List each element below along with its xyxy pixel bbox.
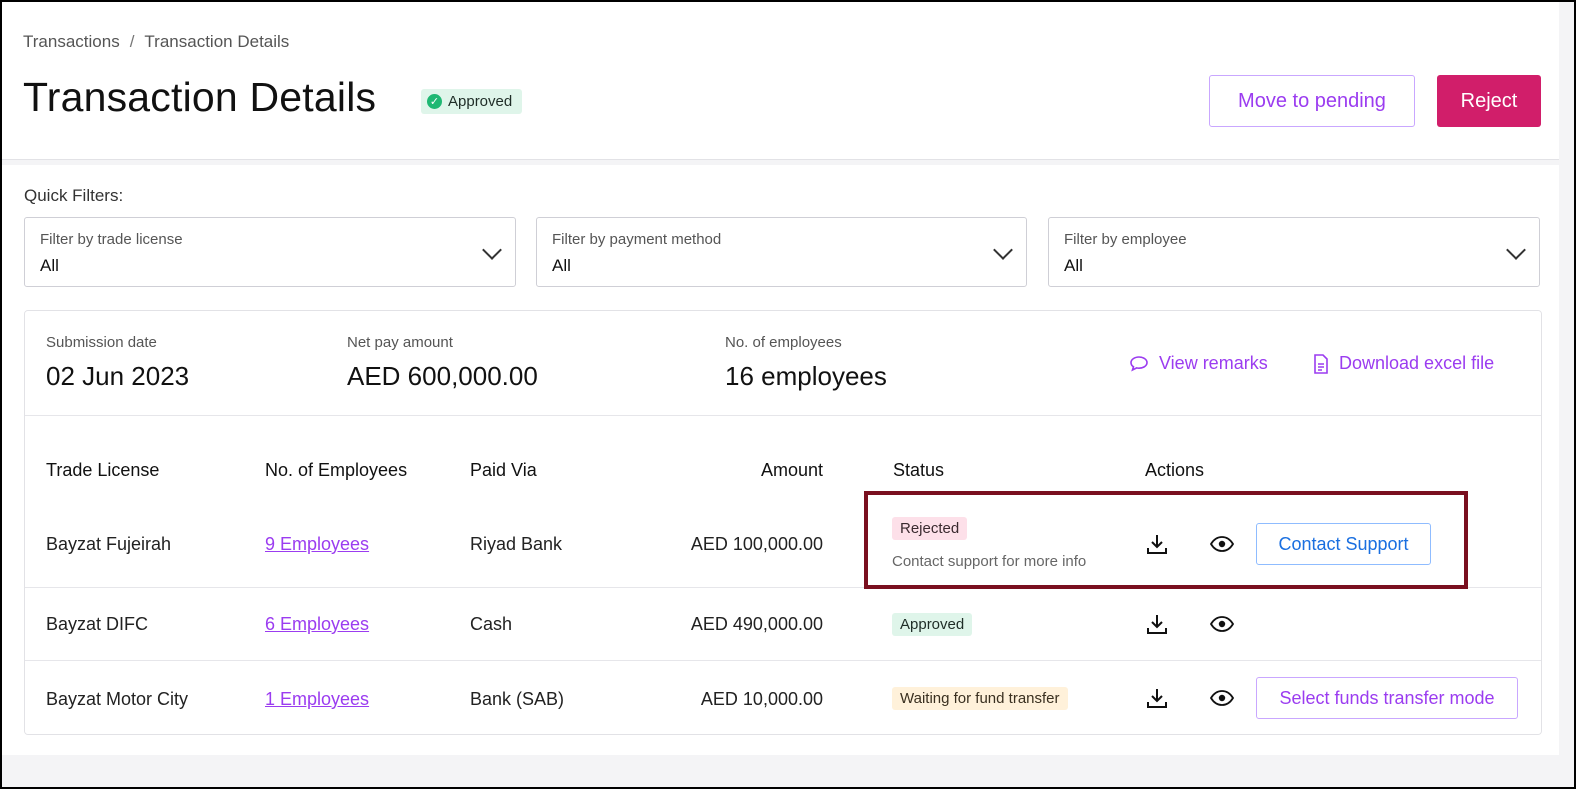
chevron-down-icon — [1506, 240, 1526, 260]
amount-cell: AED 100,000.00 — [690, 534, 823, 554]
breadcrumb-parent[interactable]: Transactions — [23, 32, 120, 51]
comment-icon — [1130, 355, 1148, 372]
eye-icon[interactable] — [1209, 531, 1235, 557]
view-remarks-link[interactable]: View remarks — [1129, 353, 1268, 374]
column-header: Trade License — [46, 460, 160, 480]
breadcrumb-separator: / — [129, 32, 135, 51]
breadcrumb-current: Transaction Details — [144, 32, 290, 51]
status-note: Contact support for more info — [892, 553, 1087, 570]
stat-label: No. of employees — [725, 334, 842, 351]
status-badge-label: Approved — [448, 93, 513, 110]
amount-cell: AED 10,000.00 — [700, 689, 823, 709]
status-badge: Approved — [892, 613, 973, 636]
column-header: Paid Via — [470, 460, 537, 480]
download-excel-label: Download excel file — [1339, 353, 1495, 373]
eye-icon[interactable] — [1209, 685, 1235, 711]
paid-via-cell: Bank (SAB) — [470, 689, 565, 709]
table-header: Trade License No. of Employees Paid Via … — [25, 416, 1541, 501]
check-circle-icon: ✓ — [427, 94, 442, 109]
table-row: Bayzat Motor City 1 Employees Bank (SAB)… — [25, 661, 1541, 734]
table-row: Bayzat Fujeirah 9 Employees Riyad Bank A… — [25, 500, 1541, 588]
status-badge: ✓ Approved — [421, 89, 523, 114]
download-icon[interactable] — [1144, 685, 1170, 711]
net-pay-stat: Net pay amount AED 600,000.00 — [347, 334, 538, 392]
filter-value: All — [40, 256, 59, 275]
filter-label: Filter by trade license — [40, 231, 183, 248]
transaction-card: Submission date 02 Jun 2023 Net pay amou… — [24, 310, 1542, 735]
summary-bar: Submission date 02 Jun 2023 Net pay amou… — [25, 311, 1541, 416]
employees-link[interactable]: 9 Employees — [265, 534, 369, 555]
table-row: Bayzat DIFC 6 Employees Cash AED 490,000… — [25, 588, 1541, 661]
download-icon[interactable] — [1144, 531, 1170, 557]
view-remarks-label: View remarks — [1159, 353, 1268, 373]
employees-stat: No. of employees 16 employees — [725, 334, 887, 392]
trade-license-cell: Bayzat Motor City — [46, 689, 189, 709]
status-badge: Waiting for fund transfer — [892, 687, 1068, 710]
stat-label: Net pay amount — [347, 334, 453, 351]
filter-value: All — [1064, 256, 1083, 275]
chevron-down-icon — [993, 240, 1013, 260]
filter-label: Filter by payment method — [552, 231, 722, 248]
app-frame: Transactions / Transaction Details Transac… — [0, 0, 1576, 789]
paid-via-cell: Cash — [470, 614, 513, 634]
select-funds-transfer-mode-button[interactable]: Select funds transfer mode — [1256, 677, 1518, 719]
stat-value: AED 600,000.00 — [347, 361, 538, 391]
page-header: Transactions / Transaction Details Transac… — [2, 2, 1559, 160]
move-to-pending-button[interactable]: Move to pending — [1209, 75, 1415, 127]
chevron-down-icon — [482, 240, 502, 260]
download-icon[interactable] — [1144, 611, 1170, 637]
download-excel-link[interactable]: Download excel file — [1313, 353, 1494, 374]
column-header: Actions — [1145, 460, 1205, 480]
quick-filters-label: Quick Filters: — [24, 186, 124, 205]
submission-date-stat: Submission date 02 Jun 2023 — [46, 334, 189, 392]
contact-support-button[interactable]: Contact Support — [1256, 523, 1431, 565]
document-icon — [1314, 353, 1328, 374]
stat-value: 02 Jun 2023 — [46, 361, 190, 391]
page-title: Transaction Details — [23, 74, 377, 120]
column-header: Amount — [760, 460, 823, 480]
column-header: No. of Employees — [265, 460, 408, 480]
breadcrumb: Transactions / Transaction Details — [23, 32, 289, 52]
trade-license-cell: Bayzat DIFC — [46, 614, 149, 634]
paid-via-cell: Riyad Bank — [470, 534, 563, 554]
stat-label: Submission date — [46, 334, 157, 351]
reject-button[interactable]: Reject — [1437, 75, 1541, 127]
trade-license-cell: Bayzat Fujeirah — [46, 534, 172, 554]
filter-value: All — [552, 256, 571, 275]
amount-cell: AED 490,000.00 — [690, 614, 823, 634]
filter-employee[interactable]: Filter by employee All — [1048, 217, 1540, 287]
employees-link[interactable]: 1 Employees — [265, 689, 369, 710]
status-badge: Rejected — [892, 517, 968, 540]
filter-label: Filter by employee — [1064, 231, 1187, 248]
employees-link[interactable]: 6 Employees — [265, 614, 369, 635]
filter-trade-license[interactable]: Filter by trade license All — [24, 217, 516, 287]
eye-icon[interactable] — [1209, 611, 1235, 637]
column-header: Status — [893, 460, 945, 480]
filter-payment-method[interactable]: Filter by payment method All — [536, 217, 1027, 287]
stat-value: 16 employees — [725, 361, 887, 391]
